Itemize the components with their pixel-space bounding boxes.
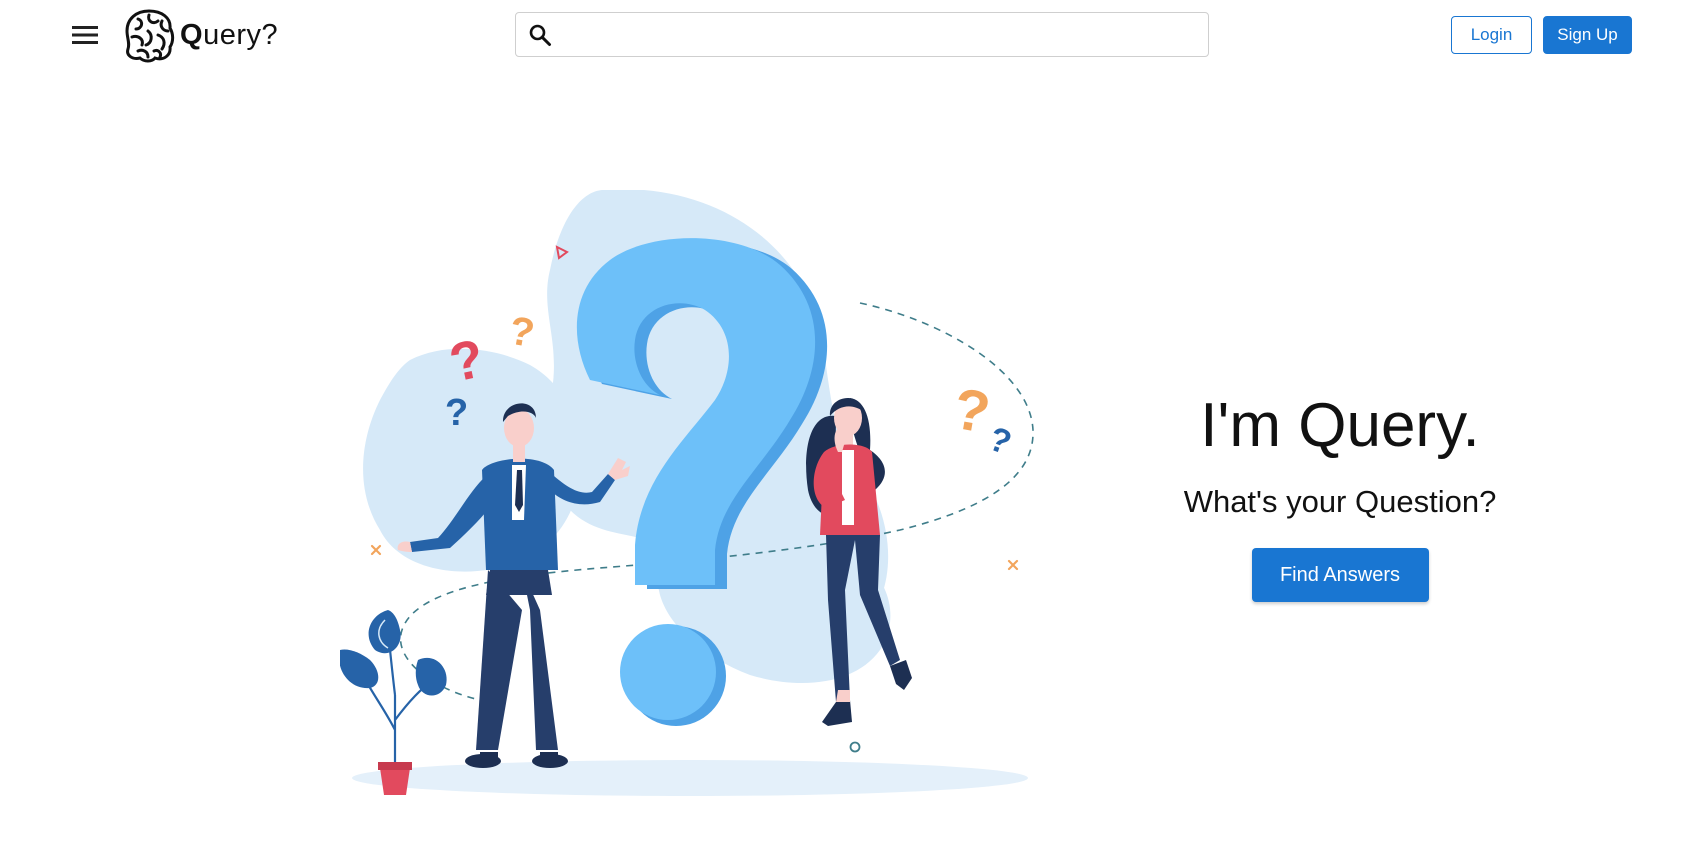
hamburger-menu-icon[interactable] [70,20,100,50]
small-question-mark-blue: ? [445,392,468,434]
find-answers-button[interactable]: Find Answers [1251,548,1429,602]
search-input[interactable] [564,13,1208,56]
login-button[interactable]: Login [1451,16,1532,54]
logo[interactable]: Query? [122,6,278,64]
small-question-mark-orange-right: ? [949,376,995,446]
hero-subtitle: What's your Question? [1183,484,1497,519]
small-question-mark-orange: ? [506,309,538,357]
hero-title: I'm Query. [1200,391,1480,460]
logo-text: Query? [180,18,279,51]
ground-shadow [352,760,1028,796]
question-mark-illustration: ? ? ? ? ? [340,190,1034,796]
small-question-mark-navy-right: ? [984,420,1017,463]
x-sparkle-left [370,544,382,556]
sign-up-button[interactable]: Sign Up [1543,16,1632,54]
search-bar[interactable] [515,12,1209,57]
circle-sparkle [849,741,861,753]
x-sparkle-right [1007,559,1019,571]
top-navbar: Query? Login Sign Up [0,0,1701,70]
brain-icon [125,9,175,63]
search-icon[interactable] [516,13,564,56]
hero-text-block: I'm Query. What's your Question? Find An… [1140,390,1540,602]
